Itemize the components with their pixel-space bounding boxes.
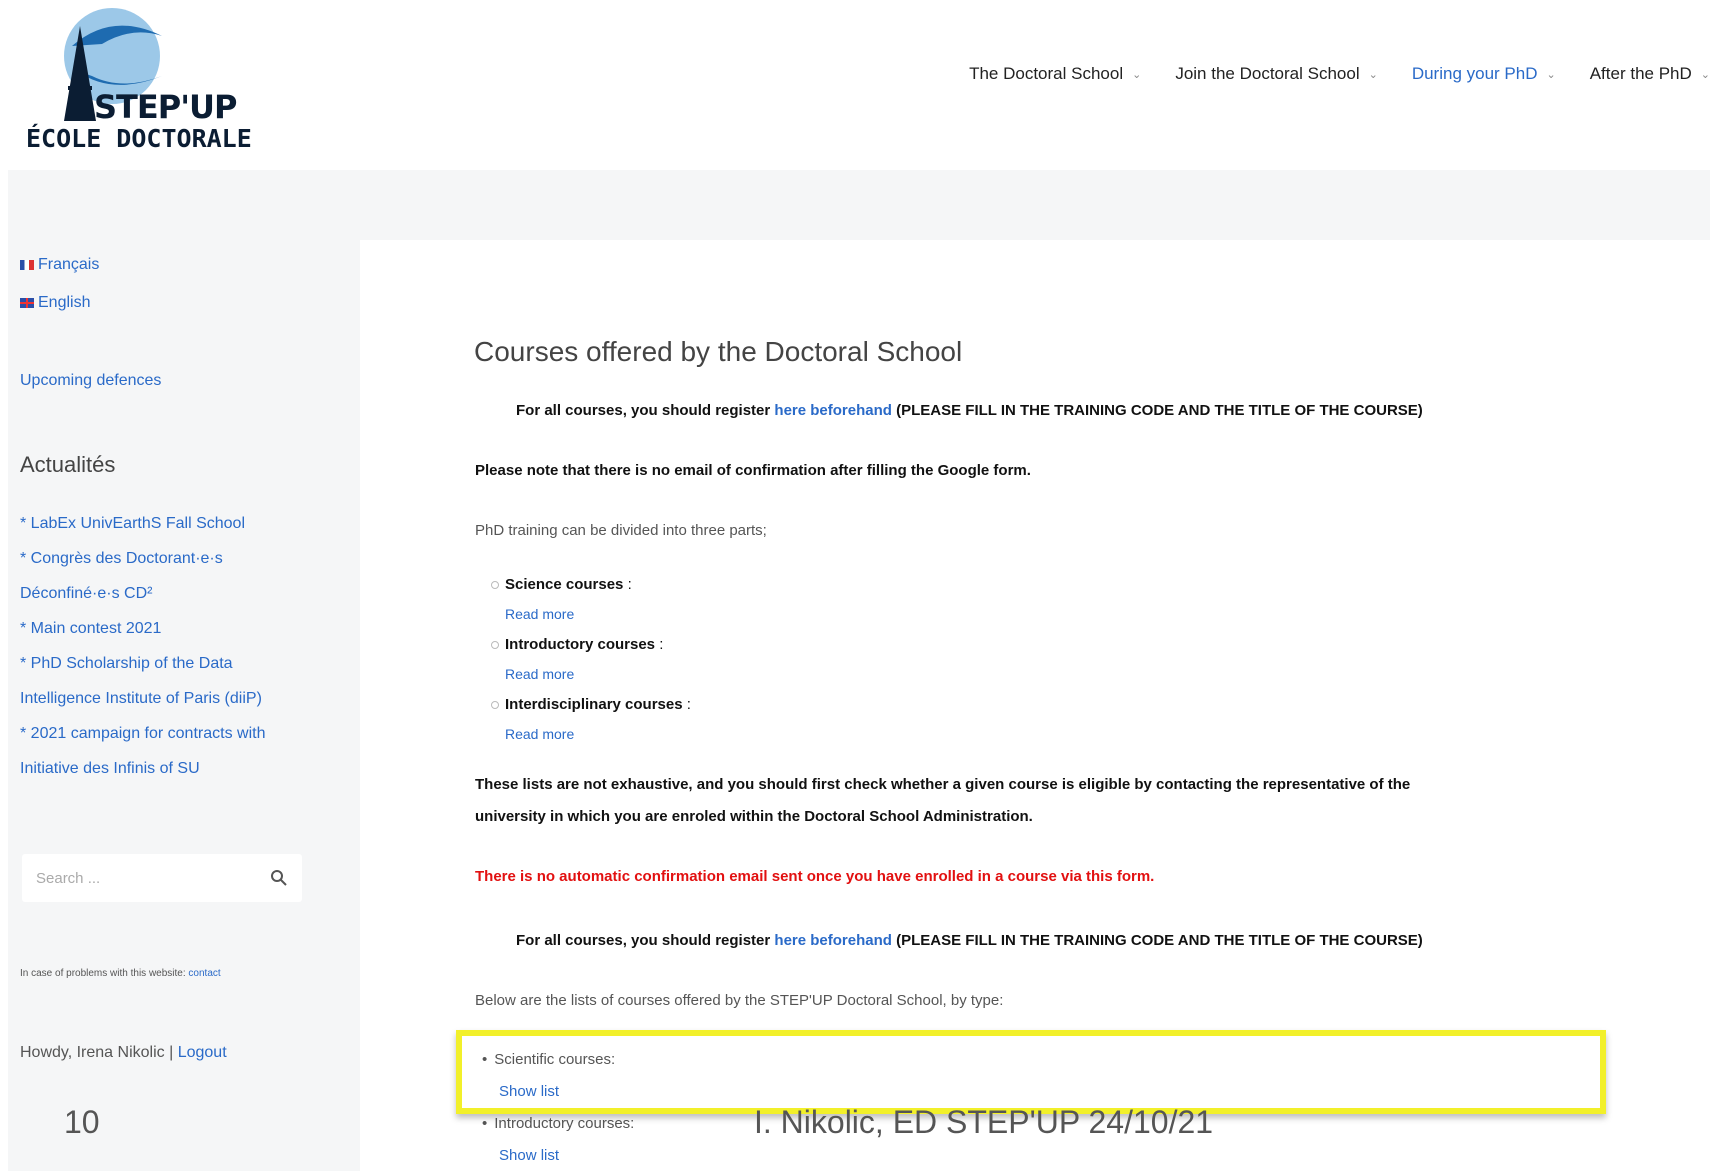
- upcoming-defences-link[interactable]: Upcoming defences: [20, 372, 161, 390]
- user-greeting: Howdy, Irena Nikolic | Logout: [20, 1044, 227, 1062]
- search-placeholder: Search ...: [36, 869, 101, 887]
- show-list-link[interactable]: Show list: [482, 1138, 634, 1174]
- nav-label: The Doctoral School: [969, 64, 1124, 83]
- contact-link[interactable]: contact: [188, 968, 220, 979]
- part-label: Science courses :: [505, 576, 632, 593]
- news-item[interactable]: * LabEx UnivEarthS Fall School: [20, 506, 320, 541]
- logo-wordmark: STEP'UP: [94, 88, 237, 126]
- confirmation-note: Please note that there is no email of co…: [475, 462, 1031, 479]
- highlight-box: [456, 1030, 1606, 1114]
- register-line-bottom: For all courses, you should register her…: [516, 932, 1423, 949]
- part-science: Science courses : Read more: [505, 570, 691, 630]
- read-more-link[interactable]: Read more: [505, 659, 691, 690]
- part-interdisciplinary: Interdisciplinary courses : Read more: [505, 690, 691, 750]
- page-title: Courses offered by the Doctoral School: [474, 336, 963, 367]
- search-icon[interactable]: [270, 869, 288, 887]
- register-link[interactable]: here beforehand: [774, 932, 892, 949]
- nav-during-your-phd[interactable]: During your PhD ⌄: [1412, 64, 1556, 84]
- read-more-link[interactable]: Read more: [505, 599, 691, 630]
- sidebar: Français English Upcoming defences Actua…: [8, 240, 360, 1171]
- slide-footer: I. Nikolic, ED STEP'UP 24/10/21: [754, 1104, 1214, 1140]
- uk-flag-icon: [20, 298, 34, 308]
- news-item[interactable]: * 2021 campaign for contracts with: [20, 716, 320, 751]
- read-more-link[interactable]: Read more: [505, 719, 691, 750]
- news-item[interactable]: * Congrès des Doctorant·e·s: [20, 541, 320, 576]
- chevron-down-icon: ⌄: [1546, 68, 1556, 81]
- site-logo[interactable]: STEP'UP ÉCOLE DOCTORALE: [22, 6, 262, 156]
- part-introductory: Introductory courses : Read more: [505, 630, 691, 690]
- news-item[interactable]: * PhD Scholarship of the Data: [20, 646, 320, 681]
- register-text: For all courses, you should register: [516, 932, 771, 949]
- site-header: STEP'UP ÉCOLE DOCTORALE The Doctoral Sch…: [8, 6, 1710, 170]
- news-list: * LabEx UnivEarthS Fall School * Congrès…: [20, 506, 320, 786]
- logo-subtitle: ÉCOLE DOCTORALE: [26, 124, 252, 153]
- logout-link[interactable]: Logout: [178, 1044, 227, 1061]
- chevron-down-icon: ⌄: [1368, 68, 1378, 81]
- part-label: Interdisciplinary courses :: [505, 696, 691, 713]
- main-nav: The Doctoral School ⌄ Join the Doctoral S…: [969, 64, 1710, 84]
- nav-join-doctoral-school[interactable]: Join the Doctoral School ⌄: [1175, 64, 1378, 84]
- chevron-down-icon: ⌄: [1700, 68, 1710, 81]
- search-input[interactable]: Search ...: [22, 854, 302, 902]
- part-label: Introductory courses :: [505, 636, 664, 653]
- training-parts-list: Science courses : Read more Introductory…: [505, 570, 691, 750]
- register-instructions: (PLEASE FILL IN THE TRAINING CODE AND TH…: [896, 402, 1423, 419]
- french-flag-icon: [20, 260, 34, 270]
- nav-the-doctoral-school[interactable]: The Doctoral School ⌄: [969, 64, 1141, 84]
- nav-after-the-phd[interactable]: After the PhD ⌄: [1590, 64, 1710, 84]
- problem-notice: In case of problems with this website: c…: [20, 968, 221, 979]
- warning-text: There is no automatic confirmation email…: [475, 868, 1155, 885]
- lang-english[interactable]: English: [20, 294, 90, 312]
- course-list-label: Introductory courses:: [482, 1115, 634, 1132]
- course-list-introductory: Introductory courses: Show list: [482, 1110, 634, 1174]
- news-item[interactable]: Intelligence Institute of Paris (diiP): [20, 681, 320, 716]
- register-instructions: (PLEASE FILL IN THE TRAINING CODE AND TH…: [896, 932, 1423, 949]
- lang-label[interactable]: Français: [38, 256, 99, 274]
- howdy-text: Howdy, Irena Nikolic |: [20, 1044, 174, 1061]
- news-item[interactable]: Déconfiné·e·s CD²: [20, 576, 320, 611]
- chevron-down-icon: ⌄: [1132, 68, 1142, 81]
- exhaustive-note-2: university in which you are enroled with…: [475, 808, 1033, 825]
- courses-intro: Below are the lists of courses offered b…: [475, 992, 1004, 1009]
- training-intro: PhD training can be divided into three p…: [475, 522, 767, 539]
- register-line-top: For all courses, you should register her…: [516, 402, 1423, 419]
- register-link[interactable]: here beforehand: [774, 402, 892, 419]
- nav-label: During your PhD: [1411, 64, 1538, 83]
- nav-label: Join the Doctoral School: [1175, 64, 1360, 83]
- nav-label: After the PhD: [1589, 64, 1692, 83]
- header-band: [8, 170, 1710, 240]
- exhaustive-note-1: These lists are not exhaustive, and you …: [475, 776, 1411, 793]
- news-heading: Actualités: [20, 452, 116, 477]
- problem-text: In case of problems with this website:: [20, 968, 186, 979]
- news-item[interactable]: Initiative des Infinis of SU: [20, 751, 320, 786]
- slide-number: 10: [64, 1104, 100, 1140]
- news-item[interactable]: * Main contest 2021: [20, 611, 320, 646]
- register-text: For all courses, you should register: [516, 402, 771, 419]
- lang-french[interactable]: Français: [20, 256, 99, 274]
- lang-label[interactable]: English: [38, 294, 90, 312]
